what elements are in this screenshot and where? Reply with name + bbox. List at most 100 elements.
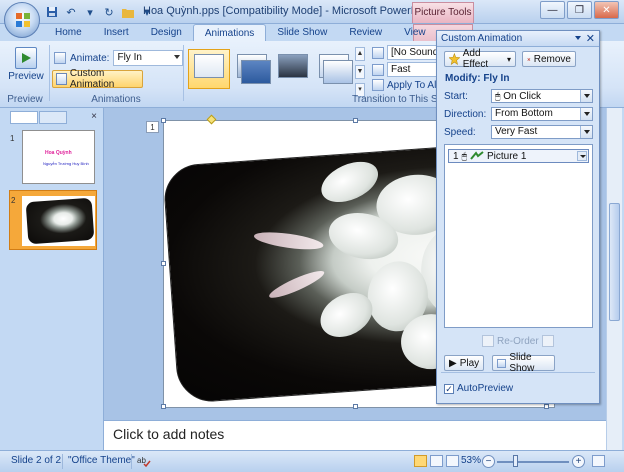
pane-divider	[441, 372, 595, 373]
outline-tab[interactable]	[39, 111, 67, 124]
restore-button[interactable]: ❐	[567, 1, 592, 19]
resize-handle[interactable]	[544, 404, 549, 409]
office-button[interactable]	[4, 2, 40, 38]
transition-card	[241, 60, 271, 84]
zoom-in-icon[interactable]: +	[572, 455, 585, 468]
preview-button[interactable]: Preview	[6, 45, 46, 89]
animate-dropdown[interactable]: Fly In	[113, 50, 184, 66]
tab-insert[interactable]: Insert	[93, 24, 140, 42]
group-separator	[183, 45, 184, 101]
resize-handle[interactable]	[353, 118, 358, 123]
petal	[253, 229, 325, 253]
undo-icon[interactable]: ↶	[63, 4, 79, 20]
slide-show-button[interactable]: Slide Show	[492, 352, 555, 374]
play-button[interactable]: ▶ Play	[444, 355, 484, 371]
move-up-icon[interactable]	[482, 335, 494, 347]
chevron-down-icon[interactable]	[577, 151, 587, 161]
tab-animations[interactable]: Animations	[192, 24, 267, 42]
dropdown-arrow-icon[interactable]: ▾	[82, 4, 98, 20]
slide-sorter-view-icon[interactable]	[430, 455, 443, 467]
preview-label: Preview	[8, 71, 44, 82]
direction-value: From Bottom	[495, 108, 553, 119]
petal	[266, 266, 327, 303]
minimize-button[interactable]: —	[540, 1, 565, 19]
theme-name: "Office Theme"	[68, 455, 135, 466]
tab-design[interactable]: Design	[140, 24, 193, 42]
star-icon	[449, 53, 460, 65]
status-bar: Slide 2 of 2 "Office Theme" ab 53% − +	[0, 450, 624, 472]
status-separator	[131, 454, 132, 469]
slide-thumbnail-1[interactable]: Hoa Quỳnh Nguyễn Trường Huy Bình	[22, 130, 95, 184]
custom-animation-button[interactable]: Custom Animation	[52, 68, 143, 90]
animation-list[interactable]: 1 🖱 Picture 1	[444, 144, 593, 328]
animate-icon	[54, 52, 66, 64]
apply-to-all-button[interactable]: Apply To All	[372, 79, 439, 91]
save-icon[interactable]	[44, 4, 60, 20]
mouse-click-icon: 🖱	[461, 150, 467, 161]
spelling-icon[interactable]: ab	[137, 454, 151, 471]
apply-all-icon	[372, 79, 384, 91]
move-down-icon[interactable]	[541, 335, 554, 347]
petal	[315, 153, 385, 211]
slide-show-icon	[497, 358, 507, 368]
zoom-slider[interactable]	[497, 461, 569, 463]
slides-tab[interactable]	[10, 111, 38, 124]
scroll-up-icon[interactable]: ▲	[355, 47, 365, 61]
ribbon-tabs: Home Insert Design Animations Slide Show…	[44, 24, 437, 42]
animate-row: Animate: Fly In	[54, 50, 184, 66]
transition-cut-thumb[interactable]	[313, 49, 355, 89]
resize-handle[interactable]	[353, 404, 358, 409]
start-dropdown[interactable]: 🖱 On Click	[491, 89, 593, 103]
quick-access-toolbar: ↶ ▾ ↻ ▾	[44, 3, 155, 21]
transition-fade-thumb[interactable]	[231, 49, 273, 89]
zoom-out-icon[interactable]: −	[482, 455, 495, 468]
tab-view[interactable]: View	[393, 24, 437, 42]
speed-value: Very Fast	[495, 126, 538, 137]
speed-dropdown[interactable]: Very Fast	[491, 125, 593, 139]
picture-tools-label: Picture Tools	[412, 2, 474, 23]
slideshow-view-icon[interactable]	[446, 455, 459, 467]
pane-menu-icon[interactable]	[575, 36, 581, 40]
redo-icon[interactable]: ↻	[101, 4, 117, 20]
tab-slide-show[interactable]: Slide Show	[266, 24, 338, 42]
scrollbar-thumb[interactable]	[609, 203, 620, 321]
close-icon[interactable]: ×	[88, 111, 100, 123]
item-label: Picture 1	[486, 150, 527, 162]
transition-black-thumb[interactable]	[272, 49, 314, 89]
checkbox-icon[interactable]: ✓	[444, 383, 454, 394]
speed-label: Speed:	[444, 127, 476, 138]
fit-to-window-icon[interactable]	[592, 455, 605, 467]
vertical-scrollbar[interactable]	[606, 108, 622, 450]
zoom-slider-thumb[interactable]	[513, 455, 518, 467]
custom-animation-title: Custom Animation	[441, 33, 523, 44]
scroll-down-icon[interactable]: ▼	[355, 65, 365, 79]
tab-home[interactable]: Home	[44, 24, 93, 42]
autopreview-checkbox[interactable]: ✓ AutoPreview	[444, 383, 513, 394]
resize-handle[interactable]	[161, 118, 166, 123]
transition-card	[323, 60, 353, 84]
direction-dropdown[interactable]: From Bottom	[491, 107, 593, 121]
resize-handle[interactable]	[161, 261, 166, 266]
apply-to-all-label: Apply To All	[387, 79, 439, 91]
animation-list-item[interactable]: 1 🖱 Picture 1	[448, 149, 589, 163]
preview-icon	[15, 47, 37, 69]
thumbnail-title: Hoa Quỳnh	[45, 150, 72, 156]
remove-button[interactable]: Remove	[522, 51, 576, 67]
normal-view-icon[interactable]	[414, 455, 427, 467]
transition-none-thumb[interactable]	[188, 49, 230, 89]
zoom-level[interactable]: 53%	[461, 455, 481, 466]
group-separator	[49, 45, 50, 101]
close-button[interactable]: ✕	[594, 1, 619, 19]
speed-icon	[372, 63, 384, 76]
slide-thumbnail-2[interactable]	[22, 196, 95, 246]
transition-gallery-scroll[interactable]: ▲ ▼ ▾	[355, 47, 365, 97]
slide-counter: Slide 2 of 2	[11, 455, 62, 466]
animation-order-badge: 1	[146, 121, 159, 133]
add-effect-button[interactable]: Add Effect ▾	[444, 48, 516, 70]
tab-review[interactable]: Review	[338, 24, 393, 42]
animations-group-label: Animations	[91, 94, 141, 105]
resize-handle[interactable]	[161, 404, 166, 409]
close-icon[interactable]: ✕	[586, 32, 595, 47]
notes-pane[interactable]: Click to add notes	[104, 420, 606, 450]
open-folder-icon[interactable]	[120, 4, 136, 20]
